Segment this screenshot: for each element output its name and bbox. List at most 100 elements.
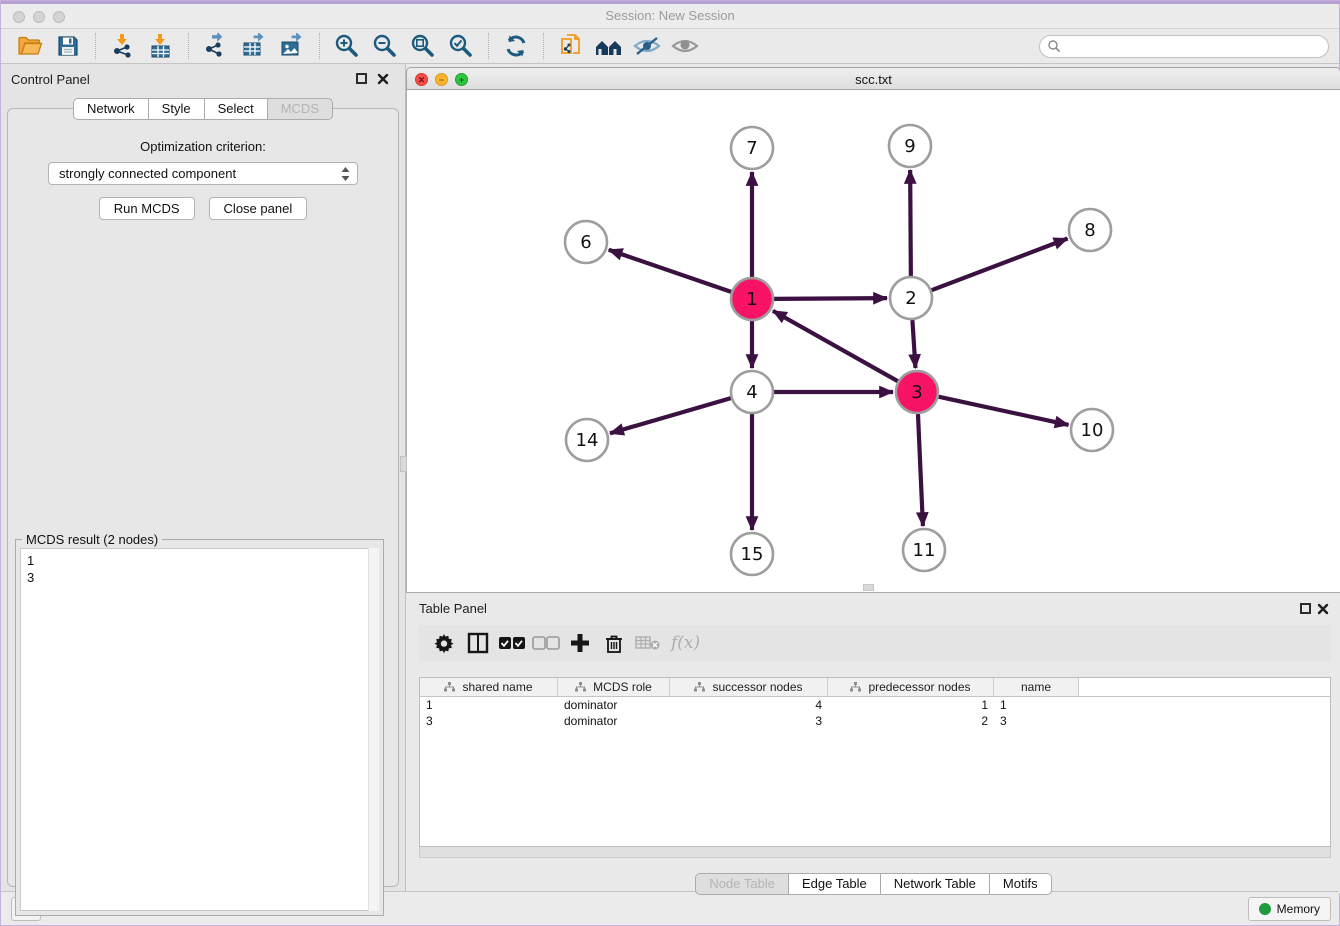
delete-table-icon[interactable] (631, 628, 665, 658)
zoom-in-icon[interactable] (332, 32, 362, 60)
column-header-predecessor-nodes[interactable]: predecessor nodes (828, 678, 994, 696)
tab-network-table[interactable]: Network Table (881, 873, 990, 895)
table-row[interactable]: 1dominator411 (420, 697, 1330, 713)
table-panel: Table Panel f(x) shared (406, 593, 1340, 893)
select-all-columns-icon[interactable] (495, 628, 529, 658)
app-titlebar: Session: New Session (1, 4, 1339, 29)
graph-edge-3-1[interactable] (773, 311, 898, 381)
table-cell[interactable]: dominator (558, 697, 670, 713)
function-builder-icon[interactable]: f(x) (671, 633, 700, 653)
table-cell[interactable]: 4 (670, 697, 828, 713)
hierarchy-icon (850, 682, 861, 692)
graph-node-label: 4 (746, 382, 757, 403)
open-file-icon[interactable] (15, 32, 45, 60)
network-window-titlebar[interactable]: ✕ − + scc.txt (406, 67, 1340, 90)
criterion-select[interactable]: strongly connected component (48, 162, 358, 185)
node-table-body: 1dominator4113dominator323 (420, 697, 1330, 729)
hide-selected-icon[interactable] (632, 32, 662, 60)
hierarchy-icon (575, 682, 586, 692)
first-neighbors-icon[interactable] (594, 32, 624, 60)
network-graph[interactable]: 1234678910111415 (407, 90, 1340, 592)
column-header-successor-nodes[interactable]: successor nodes (670, 678, 828, 696)
column-header-mcds-role[interactable]: MCDS role (558, 678, 670, 696)
control-panel-tabs: Network Style Select MCDS (1, 98, 405, 120)
export-network-icon[interactable] (201, 32, 231, 60)
show-all-icon[interactable] (670, 32, 700, 60)
split-panel-icon[interactable] (461, 628, 495, 658)
table-cell[interactable]: 3 (994, 713, 1079, 729)
column-label: successor nodes (712, 680, 802, 694)
table-cell[interactable]: dominator (558, 713, 670, 729)
mcds-result-scrollbar[interactable] (368, 548, 379, 911)
graph-node-label: 8 (1084, 220, 1095, 241)
tab-style[interactable]: Style (149, 98, 205, 120)
refresh-view-icon[interactable] (501, 32, 531, 60)
zoom-out-icon[interactable] (370, 32, 400, 60)
graph-edge-2-3[interactable] (912, 320, 915, 368)
toolbar-separator (188, 33, 189, 59)
network-canvas[interactable]: 1234678910111415 (406, 90, 1340, 593)
table-cell[interactable]: 1 (994, 697, 1079, 713)
table-cell[interactable]: 1 (828, 697, 994, 713)
control-panel: Control Panel Network Style Select MCDS … (1, 64, 406, 893)
graph-edge-4-14[interactable] (610, 398, 731, 433)
column-header-name[interactable]: name (994, 678, 1079, 696)
table-cell[interactable]: 3 (670, 713, 828, 729)
graph-edge-1-6[interactable] (609, 250, 731, 292)
close-table-panel-icon[interactable] (1317, 603, 1329, 615)
float-panel-icon[interactable] (356, 73, 367, 84)
tab-edge-table[interactable]: Edge Table (789, 873, 881, 895)
table-cell[interactable]: 2 (828, 713, 994, 729)
export-table-icon[interactable] (239, 32, 269, 60)
column-label: predecessor nodes (868, 680, 970, 694)
table-panel-title: Table Panel (419, 601, 487, 616)
tab-node-table[interactable]: Node Table (695, 873, 789, 895)
table-settings-icon[interactable] (427, 628, 461, 658)
tab-mcds[interactable]: MCDS (268, 98, 333, 120)
close-panel-icon[interactable] (377, 73, 389, 85)
graph-edge-3-11[interactable] (918, 414, 923, 526)
column-header-shared-name[interactable]: shared name (420, 678, 558, 696)
table-tabs: Node Table Edge Table Network Table Moti… (406, 873, 1340, 895)
graph-edge-3-10[interactable] (938, 397, 1068, 425)
unselect-all-columns-icon[interactable] (529, 628, 563, 658)
table-row[interactable]: 3dominator323 (420, 713, 1330, 729)
zoom-fit-icon[interactable] (408, 32, 438, 60)
table-cell[interactable]: 3 (420, 713, 558, 729)
hierarchy-icon (444, 682, 455, 692)
graph-node-label: 9 (904, 136, 915, 157)
import-table-icon[interactable] (146, 32, 176, 60)
canvas-resize-handle[interactable] (863, 584, 874, 591)
tab-motifs[interactable]: Motifs (990, 873, 1052, 895)
zoom-selected-icon[interactable] (446, 32, 476, 60)
toolbar-separator (488, 33, 489, 59)
memory-button[interactable]: Memory (1248, 897, 1331, 921)
column-label: MCDS role (593, 680, 652, 694)
duplicate-network-icon[interactable] (556, 32, 586, 60)
close-panel-button[interactable]: Close panel (209, 197, 308, 220)
add-column-icon[interactable] (563, 628, 597, 658)
mcds-result-text[interactable]: 1 3 (20, 548, 379, 911)
memory-status-icon (1259, 903, 1271, 915)
delete-column-icon[interactable] (597, 628, 631, 658)
save-session-icon[interactable] (53, 32, 83, 60)
tab-network[interactable]: Network (73, 98, 149, 120)
table-cell[interactable]: 1 (420, 697, 558, 713)
graph-edge-2-8[interactable] (932, 239, 1068, 291)
graph-edge-2-9[interactable] (910, 170, 911, 276)
graph-edge-1-2[interactable] (774, 298, 887, 299)
main-toolbar (1, 29, 1339, 64)
panel-splitter-handle[interactable] (400, 456, 407, 472)
export-image-icon[interactable] (277, 32, 307, 60)
run-mcds-button[interactable]: Run MCDS (99, 197, 195, 220)
graph-node-label: 2 (905, 288, 916, 309)
import-network-icon[interactable] (108, 32, 138, 60)
graph-node-label: 10 (1081, 420, 1104, 441)
search-input[interactable] (1039, 35, 1329, 58)
tab-select[interactable]: Select (205, 98, 268, 120)
table-horizontal-scrollbar[interactable] (419, 847, 1331, 858)
float-table-panel-icon[interactable] (1300, 603, 1311, 614)
search-icon (1047, 39, 1061, 53)
column-label: shared name (462, 680, 532, 694)
mcds-tab-content: Optimization criterion: strongly connect… (7, 108, 399, 887)
